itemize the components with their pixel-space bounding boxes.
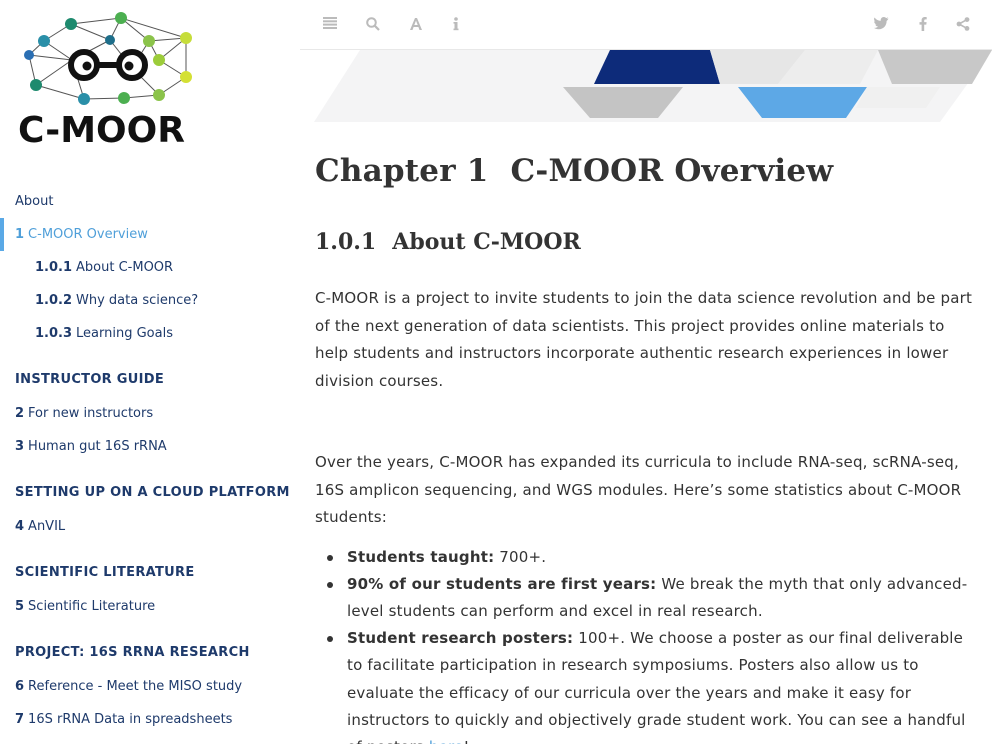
sidebar-item-number: 1.0.2 xyxy=(35,293,73,308)
sidebar-item[interactable]: 1.0.1 About C-MOOR xyxy=(0,251,300,284)
statistic-item: Student research posters: 100+. We choos… xyxy=(327,625,980,744)
sidebar-item[interactable]: 6 Reference - Meet the MISO study xyxy=(0,670,300,703)
sidebar-section-header: SETTING UP ON A CLOUD PLATFORM xyxy=(15,485,290,500)
sidebar-item-number: 6 xyxy=(15,679,25,694)
chapter-number: Chapter 1 xyxy=(315,153,489,189)
sidebar-item-label: Human gut 16S rRNA xyxy=(28,439,167,454)
font-icon[interactable] xyxy=(408,17,424,33)
sidebar-item-label: AnVIL xyxy=(28,519,66,534)
book-toolbar xyxy=(300,0,992,50)
sidebar-item[interactable]: 4 AnVIL xyxy=(0,510,300,543)
twitter-icon[interactable] xyxy=(873,17,889,33)
statistic-item: 90% of our students are first years: We … xyxy=(327,571,980,625)
sidebar-item-number: 4 xyxy=(15,519,25,534)
sidebar-item-label: For new instructors xyxy=(28,406,154,421)
share-icon[interactable] xyxy=(955,17,971,33)
sidebar-item-number: 3 xyxy=(15,439,25,454)
sidebar-item[interactable]: 1.0.2 Why data science? xyxy=(0,284,300,317)
section-number: 1.0.1 xyxy=(315,229,377,255)
c-moor-logo[interactable]: C-MOOR xyxy=(14,10,214,155)
sidebar-section-header: PROJECT: 16S RRNA RESEARCH xyxy=(15,645,250,660)
logo-text: C-MOOR xyxy=(18,110,185,151)
sidebar-section-header: INSTRUCTOR GUIDE xyxy=(15,372,165,387)
statistic-label: Students taught: xyxy=(347,547,495,566)
statistics-paragraph: Over the years, C-MOOR has expanded its … xyxy=(315,453,962,526)
sidebar-item-label: Scientific Literature xyxy=(28,599,156,614)
chapter-title-text: C-MOOR Overview xyxy=(510,153,834,189)
info-icon[interactable] xyxy=(448,17,464,33)
sidebar-item-label: Reference - Meet the MISO study xyxy=(28,679,243,694)
section-title: 1.0.1 About C-MOOR xyxy=(315,229,980,255)
sidebar-item-number: 1 xyxy=(15,227,25,242)
sidebar-item-label: Why data science? xyxy=(76,293,199,308)
sidebar-item[interactable]: About xyxy=(0,185,300,218)
sidebar-nav: About 1 C-MOOR Overview 1.0.1 About C-MOOR 1.… xyxy=(0,185,300,736)
sidebar-item-number: 1.0.3 xyxy=(35,326,73,341)
sidebar: C-MOOR About 1 C-MOOR Overview 1.0.1 About C… xyxy=(0,0,300,744)
sidebar-item-number: 7 xyxy=(15,712,25,727)
statistic-text-end: ! xyxy=(463,738,469,744)
chapter-banner xyxy=(314,50,992,122)
sidebar-item-number: 1.0.1 xyxy=(35,260,73,275)
sidebar-item[interactable]: 2 For new instructors xyxy=(0,397,300,430)
statistics-list: Students taught: 700+. 90% of our student… xyxy=(315,544,980,744)
chapter-title: Chapter 1 C-MOOR Overview xyxy=(315,153,980,189)
sidebar-item[interactable]: 5 Scientific Literature xyxy=(0,590,300,623)
statistic-item: Students taught: 700+. xyxy=(327,544,980,571)
section-title-text: About C-MOOR xyxy=(392,229,581,255)
sidebar-item-number: 2 xyxy=(15,406,25,421)
sidebar-item-number: 5 xyxy=(15,599,25,614)
statistic-text: 700+. xyxy=(494,547,547,566)
facebook-icon[interactable] xyxy=(915,17,931,33)
sidebar-item[interactable]: 1 C-MOOR Overview xyxy=(0,218,300,251)
sidebar-item[interactable]: 3 Human gut 16S rRNA xyxy=(0,430,300,463)
sidebar-section-header: SCIENTIFIC LITERATURE xyxy=(15,565,195,580)
statistic-label: Student research posters: xyxy=(347,629,574,648)
sidebar-item-label: 16S rRNA Data in spreadsheets xyxy=(28,712,233,727)
main-content: Chapter 1 C-MOOR Overview 1.0.1 About C-MO… xyxy=(315,125,980,744)
sidebar-item[interactable]: 1.0.3 Learning Goals xyxy=(0,317,300,350)
intro-paragraph: C-MOOR is a project to invite students t… xyxy=(315,289,973,390)
sidebar-item-label: About C-MOOR xyxy=(76,260,174,275)
sidebar-item-label: About xyxy=(15,194,54,209)
menu-icon[interactable] xyxy=(322,17,338,33)
sidebar-item-label: C-MOOR Overview xyxy=(28,227,148,242)
statistic-label: 90% of our students are first years: xyxy=(347,574,657,593)
posters-link[interactable]: here xyxy=(429,738,464,744)
sidebar-item-label: Learning Goals xyxy=(76,326,173,341)
search-icon[interactable] xyxy=(365,17,381,33)
sidebar-item[interactable]: 7 16S rRNA Data in spreadsheets xyxy=(0,703,300,736)
